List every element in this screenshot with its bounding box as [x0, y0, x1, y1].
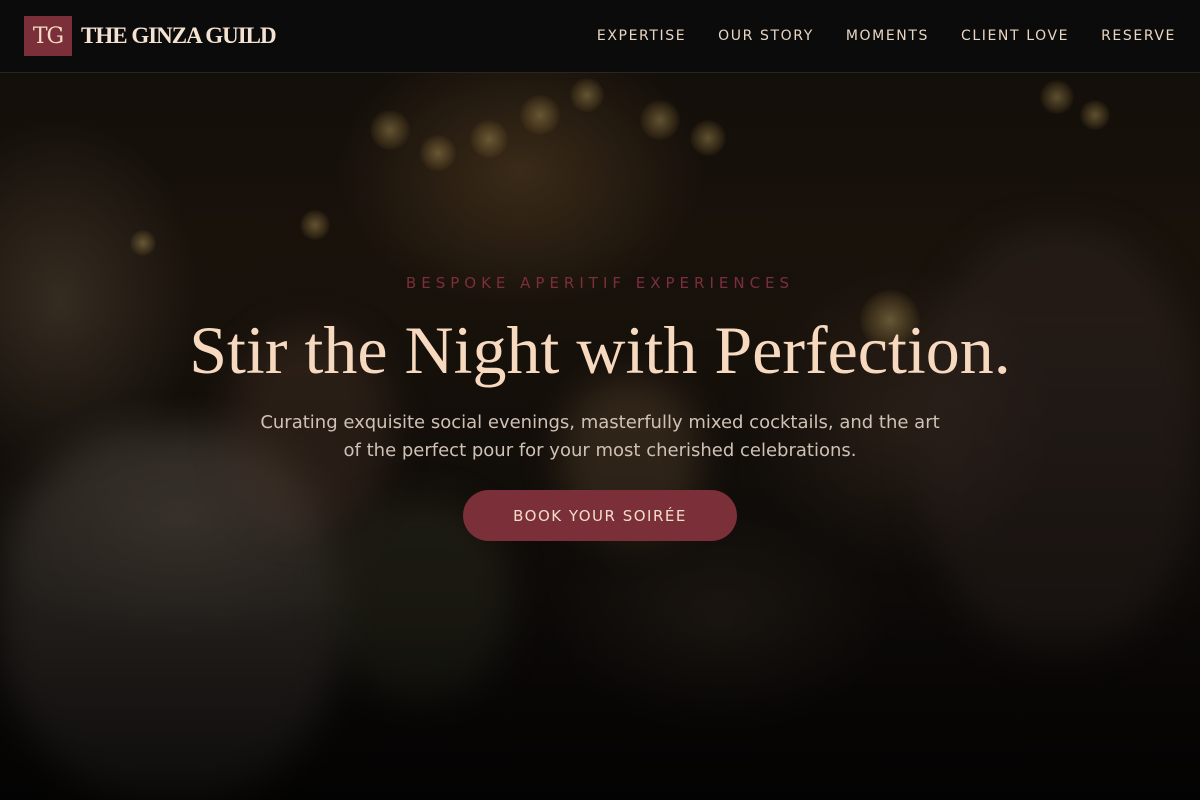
logo-link[interactable]: TG THE GINZA GUILD — [24, 16, 277, 56]
hero-subhead: Curating exquisite social evenings, mast… — [260, 412, 940, 461]
nav-link-our-story[interactable]: OUR STORY — [718, 28, 814, 44]
logo-text: THE GINZA GUILD — [81, 23, 277, 48]
main-nav: EXPERTISE OUR STORY MOMENTS CLIENT LOVE … — [565, 28, 1176, 44]
hero-eyebrow: BESPOKE APERITIF EXPERIENCES — [405, 274, 795, 292]
nav-link-reserve[interactable]: RESERVE — [1101, 28, 1176, 44]
nav-link-client-love[interactable]: CLIENT LOVE — [961, 28, 1069, 44]
site-header: TG THE GINZA GUILD EXPERTISE OUR STORY M… — [0, 0, 1200, 73]
nav-link-moments[interactable]: MOMENTS — [846, 28, 929, 44]
hero-headline: Stir the Night with Perfection. — [189, 312, 1011, 388]
nav-link-expertise[interactable]: EXPERTISE — [597, 28, 686, 44]
hero-section: BESPOKE APERITIF EXPERIENCES Stir the Ni… — [0, 0, 1200, 800]
logo-mark: TG — [24, 16, 72, 56]
page: TG THE GINZA GUILD EXPERTISE OUR STORY M… — [0, 0, 1200, 800]
book-soiree-button[interactable]: BOOK YOUR SOIRÉE — [463, 490, 737, 541]
